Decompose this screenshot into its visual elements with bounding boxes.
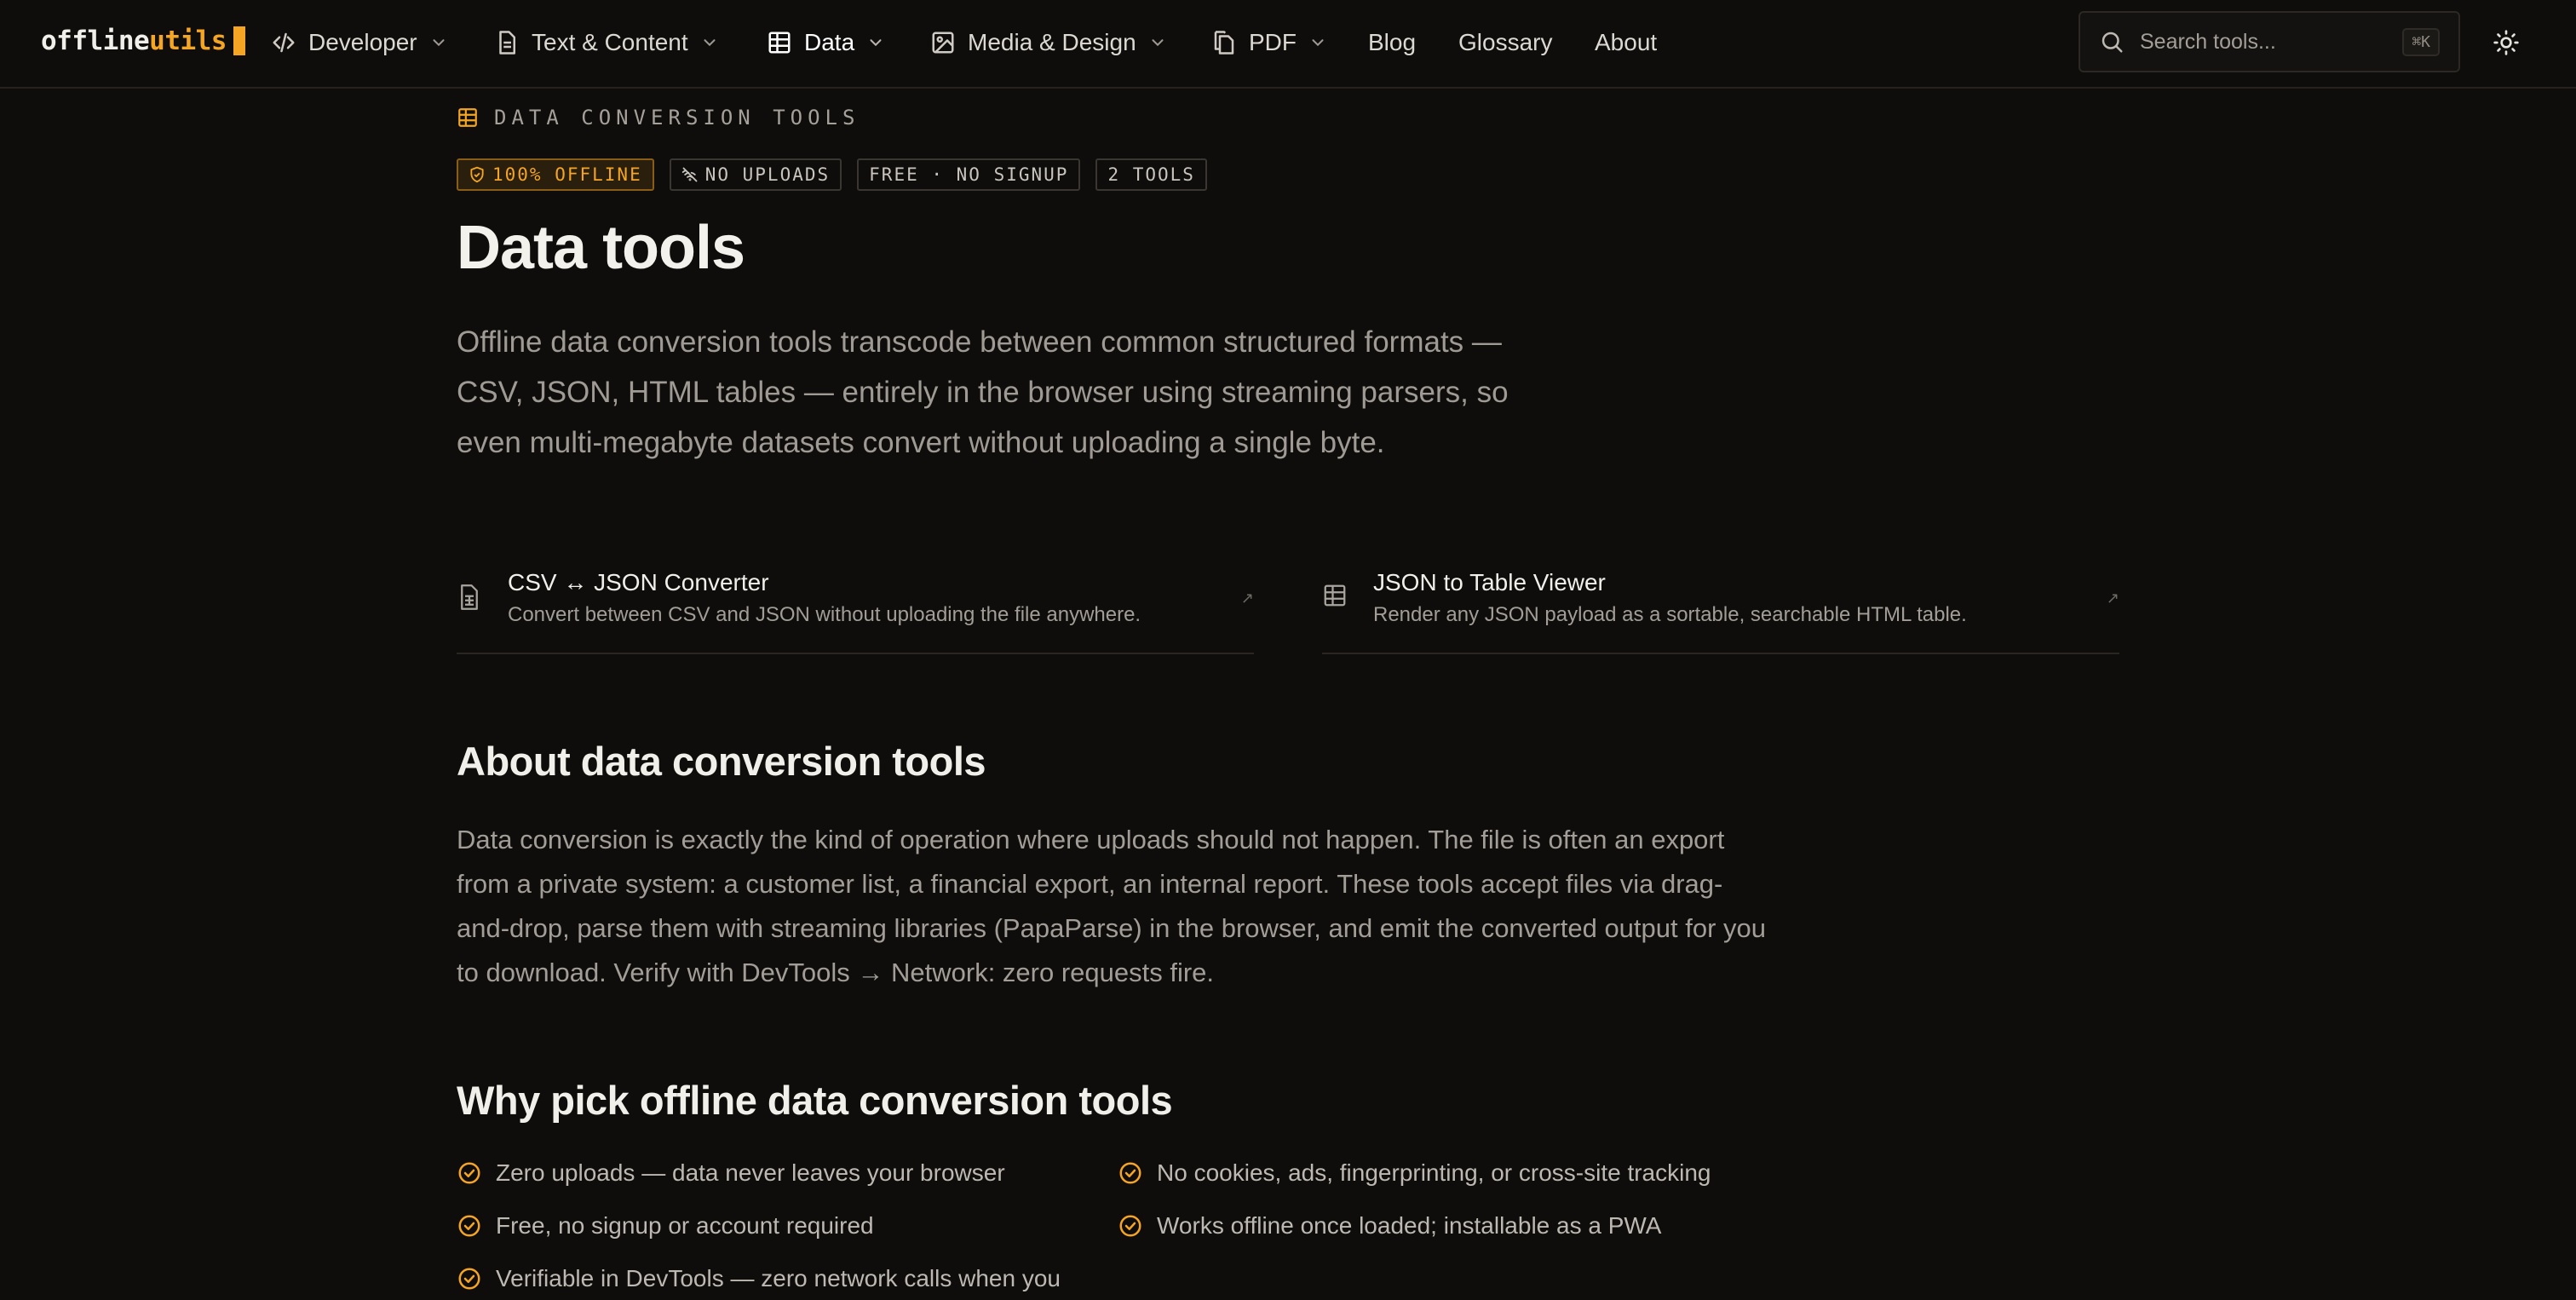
theme-toggle-button[interactable]	[2489, 26, 2523, 60]
chevron-down-icon	[1312, 39, 1324, 47]
badge-tool-count: 2 TOOLS	[1095, 158, 1207, 191]
chevron-down-icon	[1152, 39, 1164, 47]
nav-media-design[interactable]: Media & Design	[930, 24, 1167, 61]
wifi-off-icon	[681, 167, 698, 182]
nav-glossary-label: Glossary	[1458, 29, 1553, 55]
sun-icon	[2493, 30, 2519, 55]
search-icon	[2102, 32, 2123, 53]
document-icon	[499, 31, 515, 55]
why-item-text: No cookies, ads, fingerprinting, or cros…	[1157, 1159, 1711, 1186]
nav-data-label: Data	[804, 29, 855, 55]
external-arrow-icon: ↗	[2106, 590, 2119, 607]
why-item-text: Zero uploads — data never leaves your br…	[496, 1159, 1005, 1186]
list-item: Zero uploads — data never leaves your br…	[457, 1157, 1118, 1189]
badge-no-uploads: NO UPLOADS	[669, 158, 842, 191]
tool-card-json-table[interactable]: JSON to Table Viewer Render any JSON pay…	[1322, 564, 2119, 654]
nav-pdf[interactable]: PDF	[1211, 24, 1327, 61]
tool-card-csv-json[interactable]: CSV ↔ JSON Converter Convert between CSV…	[457, 564, 1254, 654]
why-item-text: Verifiable in DevTools — zero network ca…	[496, 1265, 1061, 1291]
shield-check-icon	[470, 166, 484, 183]
nav-about[interactable]: About	[1595, 24, 1657, 61]
nav-glossary[interactable]: Glossary	[1458, 24, 1552, 61]
logo-text-offline: offline	[41, 26, 150, 56]
logo-cursor-block	[233, 26, 245, 55]
tool-name: CSV ↔ JSON Converter	[508, 569, 769, 595]
badge-offline-label: 100% OFFLINE	[492, 164, 642, 185]
list-item: Works offline once loaded; installable a…	[1118, 1210, 1779, 1242]
feature-badges: 100% OFFLINE NO UPLOADS FREE · NO SIGNUP…	[457, 158, 1207, 191]
list-item: Free, no signup or account required	[457, 1210, 1118, 1242]
nav-media-design-label: Media & Design	[968, 29, 1136, 55]
image-icon	[932, 32, 954, 54]
chevron-down-icon	[870, 39, 882, 47]
chevron-down-icon	[704, 39, 716, 47]
nav-blog[interactable]: Blog	[1368, 24, 1416, 61]
table-icon	[1324, 584, 1346, 607]
nav-blog-label: Blog	[1368, 29, 1417, 55]
search-box[interactable]: Search tools... ⌘K	[2079, 11, 2460, 72]
about-text: Data conversion is exactly the kind of o…	[457, 825, 1767, 987]
badge-no-uploads-label: NO UPLOADS	[704, 164, 831, 185]
nav-data[interactable]: Data	[767, 24, 885, 61]
spreadsheet-file-icon	[461, 584, 478, 610]
nav-developer-label: Developer	[308, 29, 417, 55]
list-item: Verifiable in DevTools — zero network ca…	[457, 1263, 1118, 1295]
search-placeholder: Search tools...	[2140, 29, 2276, 54]
external-arrow-icon: ↗	[1240, 590, 1254, 607]
check-circle-icon	[458, 1162, 480, 1184]
check-circle-icon	[1119, 1162, 1141, 1184]
chevron-down-icon	[433, 39, 445, 47]
badge-offline: 100% OFFLINE	[457, 158, 654, 191]
table-icon	[458, 108, 477, 127]
page-title: Data tools	[457, 214, 745, 282]
tool-description: Convert between CSV and JSON without upl…	[508, 603, 1141, 626]
nav-about-label: About	[1595, 29, 1658, 55]
why-heading: Why pick offline data conversion tools	[457, 1078, 1173, 1123]
logo-text-utils: utils	[149, 26, 227, 56]
table-icon	[768, 32, 791, 54]
why-item-text: Free, no signup or account required	[496, 1212, 874, 1239]
why-item-text: Works offline once loaded; installable a…	[1157, 1212, 1662, 1239]
tool-name: JSON to Table Viewer	[1373, 569, 1606, 595]
top-navigation: offline utils Developer Text & Content Da…	[0, 0, 2576, 89]
check-circle-icon	[458, 1268, 480, 1290]
badge-free-label: FREE · NO SIGNUP	[869, 164, 1069, 185]
badge-free-no-signup: FREE · NO SIGNUP	[857, 158, 1081, 191]
nav-text-content-label: Text & Content	[532, 29, 688, 55]
badge-tool-count-label: 2 TOOLS	[1107, 164, 1195, 185]
check-circle-icon	[458, 1215, 480, 1237]
why-list: Zero uploads — data never leaves your br…	[457, 1157, 1785, 1295]
search-shortcut-hint: ⌘K	[2402, 27, 2440, 56]
list-item: No cookies, ads, fingerprinting, or cros…	[1118, 1157, 1779, 1189]
site-logo[interactable]: offline utils	[41, 26, 245, 56]
nav-text-content[interactable]: Text & Content	[494, 24, 719, 61]
code-icon	[273, 32, 295, 53]
check-circle-icon	[1119, 1215, 1141, 1237]
nav-developer[interactable]: Developer	[271, 24, 448, 61]
eyebrow-label: DATA CONVERSION TOOLS	[494, 106, 860, 129]
page-description: Offline data conversion tools transcode …	[457, 325, 1509, 459]
about-heading: About data conversion tools	[457, 739, 986, 784]
pdf-icon	[1214, 31, 1234, 55]
tool-description: Render any JSON payload as a sortable, s…	[1373, 603, 1967, 626]
nav-pdf-label: PDF	[1249, 29, 1297, 55]
category-eyebrow: DATA CONVERSION TOOLS	[457, 106, 860, 129]
